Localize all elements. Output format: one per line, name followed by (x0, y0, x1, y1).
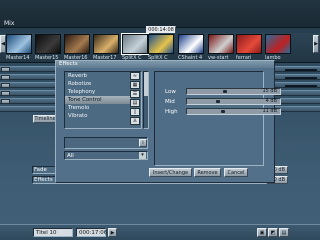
slider-value: 11 dB (262, 108, 277, 114)
storyboard-thumb[interactable] (93, 34, 119, 54)
effect-list-item[interactable]: Tone Control (65, 96, 131, 104)
effects-icon-column: ≈ ▦ ☰ ▤ ▯ ♙ (130, 72, 141, 128)
track-1-toggle[interactable] (1, 67, 10, 72)
effect-list-item[interactable]: Robotize (65, 80, 129, 88)
grid-icon[interactable]: ▦ (130, 81, 140, 89)
fade-track-label: Fade (34, 167, 47, 173)
effect-list-item[interactable]: Vibrato (65, 112, 129, 120)
category-select-value: All (67, 153, 74, 159)
storyboard-thumb[interactable] (236, 34, 262, 54)
footer-tool-2-button[interactable]: ◩ (268, 228, 278, 237)
top-toolbar-buttons (150, 2, 315, 12)
right-fader-panel (275, 66, 319, 114)
category-info-box (64, 137, 148, 149)
fader-track-2[interactable] (285, 77, 317, 79)
fader-track-3[interactable] (285, 85, 317, 87)
footer-bar: Titel 10 000:17:06 ▶ ▣ ◩ ▤ (0, 224, 320, 240)
cancel-button[interactable]: Cancel (224, 168, 248, 177)
chevron-down-icon: ▾ (139, 152, 146, 159)
storyboard-scroll-right-button[interactable]: ▶ (313, 35, 319, 53)
footer-timecode: 000:17:06 (79, 230, 108, 236)
slider-label: Low (165, 89, 176, 95)
tone-icon[interactable]: ▤ (130, 99, 140, 107)
storyboard-thumb[interactable] (121, 33, 149, 55)
effects-list-scrollbar[interactable] (143, 71, 149, 129)
track-2-toggle[interactable] (1, 75, 10, 80)
gain-slider[interactable]: 11 dB (186, 108, 281, 115)
storyboard-thumb[interactable] (208, 34, 234, 54)
slider-value: 15 dB (262, 88, 277, 94)
fader-track-1[interactable] (285, 69, 317, 71)
category-info-button[interactable]: i (139, 139, 147, 147)
storyboard-thumb[interactable] (178, 34, 204, 54)
slider-knob[interactable] (223, 90, 227, 93)
footer-tool-1-button[interactable]: ▣ (257, 228, 267, 237)
effect-settings-panel: Low 15 dB Mid 4 dB High 11 dB (154, 71, 281, 166)
storyboard-thumb[interactable] (148, 34, 174, 54)
track-3-toggle[interactable] (1, 83, 10, 88)
sliders-icon[interactable]: ☰ (130, 90, 140, 98)
footer-timecode-field[interactable]: 000:17:06 (76, 228, 108, 237)
storyboard-thumb[interactable] (265, 34, 291, 54)
effect-list-item[interactable]: Telephony (65, 88, 129, 96)
insert-change-button[interactable]: Insert/Change (149, 168, 192, 177)
mode-label: Mix (4, 20, 15, 27)
footer-title-field[interactable]: Titel 10 (33, 228, 73, 237)
slider-knob[interactable] (216, 100, 220, 103)
remove-button[interactable]: Remove (194, 168, 221, 177)
storyboard-thumb[interactable] (6, 34, 32, 54)
gain-slider[interactable]: 4 dB (186, 98, 281, 105)
effects-window-title: Effects (59, 61, 78, 67)
waveform-icon[interactable]: ≈ (130, 72, 140, 80)
effects-window-titlebar: Effects (56, 61, 274, 68)
track-5-toggle[interactable] (1, 99, 10, 104)
scrollbar-thumb[interactable] (144, 72, 148, 96)
person-icon[interactable]: ♙ (130, 117, 140, 125)
effect-list-item[interactable]: Reverb (65, 72, 129, 80)
effects-track-label: Effects (34, 177, 53, 183)
track-4-toggle[interactable] (1, 91, 10, 96)
effect-list-item[interactable]: Tremolo (65, 104, 129, 112)
effects-window: Effects Reverb Robotize Telephony Tone Cont… (55, 60, 281, 183)
storyboard-thumb[interactable] (35, 34, 61, 54)
gain-slider[interactable]: 15 dB (186, 88, 281, 95)
slider-label: High (165, 109, 178, 115)
footer-title-label: Titel 10 (36, 230, 57, 236)
page-icon[interactable]: ▯ (130, 108, 140, 116)
footer-tool-3-button[interactable]: ▤ (279, 228, 289, 237)
top-toolbar (0, 0, 320, 28)
slider-label: Mid (165, 99, 175, 105)
storyboard-scroll-left-button[interactable]: ◀ (0, 35, 6, 53)
slider-knob[interactable] (221, 110, 225, 113)
timeline-button[interactable]: Timeline (33, 115, 57, 123)
storyboard-thumb[interactable] (64, 34, 90, 54)
play-button[interactable]: ▶ (108, 228, 117, 237)
storyboard-thumb-label: Master14 (6, 55, 30, 61)
category-select[interactable]: All ▾ (64, 151, 148, 160)
slider-value: 4 dB (265, 98, 277, 104)
